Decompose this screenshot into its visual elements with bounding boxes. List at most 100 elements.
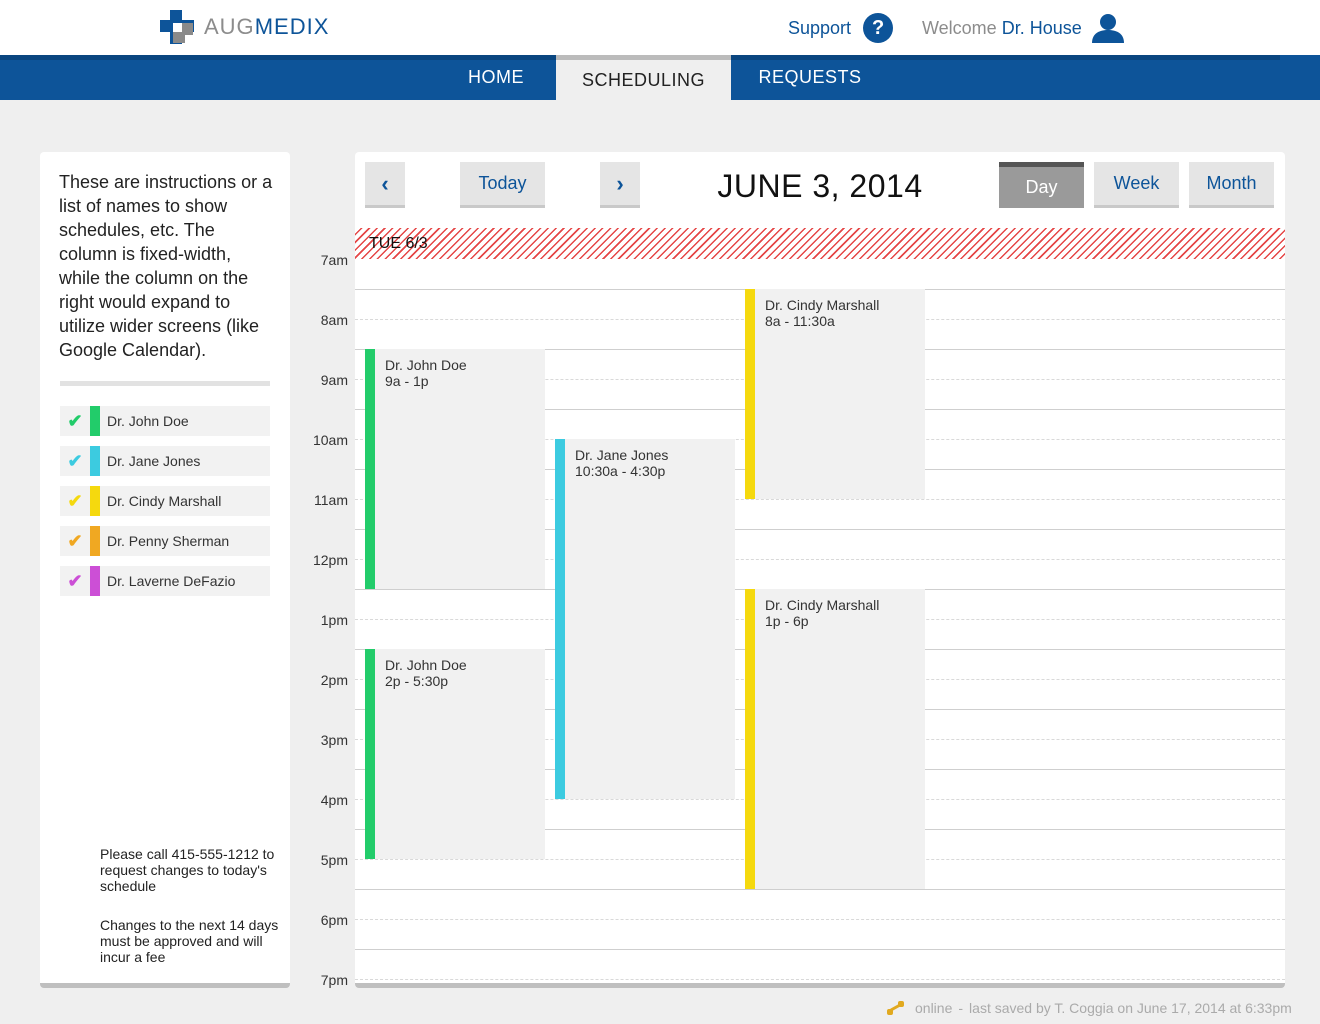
logo-wordmark: AUGMEDIX [204, 14, 329, 40]
support-label: Support [788, 17, 852, 38]
user-name: Dr. House [1001, 17, 1082, 38]
time-label: 5pm [320, 852, 348, 868]
last-saved-text: last saved by T. Coggia on June 17, 2014… [969, 1000, 1292, 1016]
online-status: online [915, 1000, 953, 1016]
doctor-name: Dr. Jane Jones [107, 453, 201, 469]
medical-cross-logo-icon [160, 10, 194, 44]
user-profile-icon [1091, 14, 1124, 43]
event-color-bar [555, 439, 565, 799]
event-text: Dr. John Doe 2p - 5:30p [385, 657, 467, 689]
hour-gridline [355, 889, 1285, 890]
doctor-color-swatch [90, 446, 100, 476]
sidebar-divider [60, 381, 270, 386]
doctor-color-swatch [90, 406, 100, 436]
checkmark-icon[interactable]: ✔ [60, 531, 90, 552]
doctor-filter-list: ✔ Dr. John Doe ✔ Dr. Jane Jones ✔ Dr. Cindy M… [60, 406, 270, 606]
half-hour-gridline [355, 979, 1285, 980]
calendar-grid[interactable]: Dr. John Doe 9a - 1p Dr. John Doe 2p - 5:30… [355, 259, 1285, 980]
checkmark-icon[interactable]: ✔ [60, 491, 90, 512]
time-label: 7pm [320, 972, 348, 988]
event-time-range: 2p - 5:30p [385, 673, 449, 689]
welcome-user[interactable]: Welcome Dr. House [922, 12, 1126, 44]
sidebar-note-fee: Changes to the next 14 days must be appr… [100, 917, 279, 965]
event-text: Dr. Cindy Marshall 8a - 11:30a [765, 297, 879, 329]
doctor-name: Dr. Penny Sherman [107, 533, 230, 549]
event-color-bar [745, 589, 755, 889]
view-month-button[interactable]: Month [1189, 162, 1274, 208]
doctor-name: Dr. John Doe [107, 413, 189, 429]
welcome-label: Welcome [922, 17, 997, 38]
event-text: Dr. Cindy Marshall 1p - 6p [765, 597, 879, 629]
event-time-range: 9a - 1p [385, 373, 429, 389]
footer-separator: - [958, 1000, 964, 1016]
support-link[interactable]: Support ? [788, 12, 894, 44]
view-day-button[interactable]: Day [999, 162, 1084, 208]
event-text: Dr. John Doe 9a - 1p [385, 357, 467, 389]
augmedix-logo[interactable]: AUGMEDIX [160, 10, 329, 44]
checkmark-icon[interactable]: ✔ [60, 451, 90, 472]
connection-link-icon [887, 1001, 904, 1015]
schedule-event[interactable]: Dr. John Doe 9a - 1p [365, 349, 545, 589]
checkmark-icon[interactable]: ✔ [60, 571, 90, 592]
sidebar-note-call: Please call 415-555-1212 to request chan… [100, 846, 275, 894]
logo-text-medix: MEDIX [254, 14, 330, 39]
schedule-event[interactable]: Dr. Cindy Marshall 8a - 11:30a [745, 289, 925, 499]
chevron-right-icon: › [616, 170, 624, 196]
doctor-color-swatch [90, 486, 100, 516]
event-time-range: 8a - 11:30a [765, 313, 835, 329]
schedule-event[interactable]: Dr. Cindy Marshall 1p - 6p [745, 589, 925, 889]
logo-text-aug: AUG [204, 14, 255, 39]
checkmark-icon[interactable]: ✔ [60, 411, 90, 432]
time-label: 1pm [320, 612, 348, 628]
sidebar-instructions: These are instructions or a list of name… [59, 172, 273, 360]
time-label: 10am [312, 432, 348, 448]
prev-day-button[interactable]: ‹ [365, 162, 405, 208]
event-doctor-name: Dr. Cindy Marshall [765, 297, 880, 313]
time-label: 3pm [320, 732, 348, 748]
event-color-bar [365, 349, 375, 589]
nav-scheduling[interactable]: SCHEDULING [556, 55, 731, 100]
event-text: Dr. Jane Jones 10:30a - 4:30p [575, 447, 668, 479]
chevron-left-icon: ‹ [381, 170, 389, 196]
today-button[interactable]: Today [460, 162, 545, 208]
event-doctor-name: Dr. John Doe [385, 657, 467, 673]
event-doctor-name: Dr. Cindy Marshall [765, 597, 880, 613]
status-footer: online - last saved by T. Coggia on June… [886, 998, 1292, 1018]
time-label: 8am [320, 312, 348, 328]
event-color-bar [365, 649, 375, 859]
doctor-color-swatch [90, 566, 100, 596]
time-label: 6pm [320, 912, 348, 928]
doctor-filter-item[interactable]: ✔ Dr. Laverne DeFazio [60, 566, 270, 596]
event-time-range: 1p - 6p [765, 613, 809, 629]
day-header-label: TUE 6/3 [369, 235, 428, 252]
doctor-filter-item[interactable]: ✔ Dr. Penny Sherman [60, 526, 270, 556]
half-hour-gridline [355, 919, 1285, 920]
event-time-range: 10:30a - 4:30p [575, 463, 666, 479]
event-color-bar [745, 289, 755, 499]
schedule-event[interactable]: Dr. Jane Jones 10:30a - 4:30p [555, 439, 735, 799]
doctor-name: Dr. Laverne DeFazio [107, 573, 236, 589]
time-label: 2pm [320, 672, 348, 688]
doctor-filter-item[interactable]: ✔ Dr. Jane Jones [60, 446, 270, 476]
view-week-button[interactable]: Week [1094, 162, 1179, 208]
time-label: 12pm [312, 552, 348, 568]
doctor-name: Dr. Cindy Marshall [107, 493, 222, 509]
main-nav: HOME SCHEDULING REQUESTS [0, 55, 1320, 100]
sidebar-panel: These are instructions or a list of name… [40, 152, 290, 988]
event-doctor-name: Dr. Jane Jones [575, 447, 669, 463]
doctor-filter-item[interactable]: ✔ Dr. John Doe [60, 406, 270, 436]
top-header: AUGMEDIX Support ? Welcome Dr. House [0, 0, 1320, 55]
nav-requests[interactable]: REQUESTS [731, 55, 889, 100]
calendar-panel: ‹ Today › JUNE 3, 2014 Day Week Month TU… [355, 152, 1285, 988]
next-day-button[interactable]: › [600, 162, 640, 208]
nav-home[interactable]: HOME [436, 55, 556, 100]
question-mark-icon: ? [863, 13, 894, 43]
doctor-filter-item[interactable]: ✔ Dr. Cindy Marshall [60, 486, 270, 516]
calendar-date-title: JUNE 3, 2014 [717, 168, 923, 204]
day-column-header: TUE 6/3 [355, 228, 1285, 259]
time-label: 7am [320, 252, 348, 268]
time-label: 9am [320, 372, 348, 388]
schedule-event[interactable]: Dr. John Doe 2p - 5:30p [365, 649, 545, 859]
time-label: 4pm [320, 792, 348, 808]
hour-gridline [355, 949, 1285, 950]
